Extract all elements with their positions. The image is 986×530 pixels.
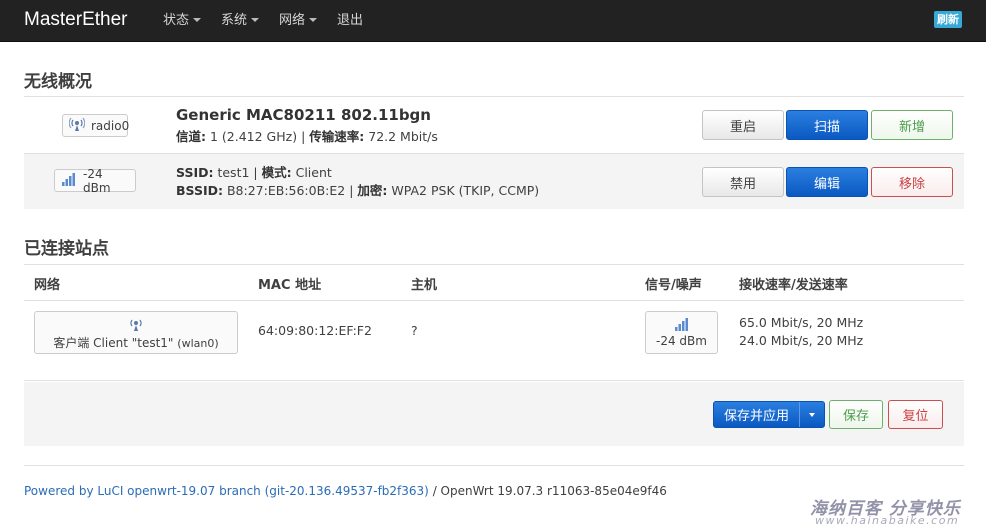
restart-button[interactable]: 重启 [702,110,784,140]
station-rates: 65.0 Mbit/s, 20 MHz 24.0 Mbit/s, 20 MHz [739,314,863,350]
client-iface: (wlan0) [177,337,219,350]
wifi-radio-icon [68,117,86,134]
scan-button[interactable]: 扫描 [786,110,868,140]
separator: | [301,129,306,144]
signal-bars-icon [61,172,77,189]
save-button[interactable]: 保存 [829,400,883,429]
refresh-toggle[interactable]: 刷新 [934,11,962,28]
caret-down-icon [193,17,202,22]
encryption-label: 加密: [357,183,388,198]
wifi-radio-icon [35,317,237,334]
encryption-value: WPA2 PSK (TKIP, CCMP) [391,183,540,198]
station-mac: 64:09:80:12:EF:F2 [258,323,372,338]
stations-title: 已连接站点 [24,239,109,259]
ssid-value: test1 [217,165,250,180]
network-row: -24 dBm SSID: test1 | 模式: Client BSSID: … [24,153,964,209]
mode-label: 模式: [261,165,292,180]
save-apply-split-button: 保存并应用 [713,401,825,428]
caret-down-icon [809,412,815,417]
radio-row: radio0 Generic MAC80211 802.11bgn 信道: 1 … [24,96,964,153]
bssid-line: BSSID: B8:27:EB:56:0B:E2 | 加密: WPA2 PSK … [176,182,539,200]
menu-logout-label: 退出 [337,13,364,28]
col-rate: 接收速率/发送速率 [739,278,848,293]
station-signal-value: -24 dBm [656,334,707,348]
menu-logout[interactable]: 退出 [337,0,363,42]
caret-down-icon [251,17,260,22]
signal-badge-label: -24 dBm [83,166,111,195]
bitrate-label: 传输速率: [309,129,365,144]
client-network-badge[interactable]: 客户端 Client "test1" (wlan0) [34,311,238,354]
radio-model: Generic MAC80211 802.11bgn [176,106,431,124]
stations-table-header: 网络 MAC 地址 主机 信号/噪声 接收速率/发送速率 [24,264,964,301]
radio-badge: radio0 [62,114,130,137]
menu-status-label: 状态 [163,13,190,28]
channel-label: 信道: [176,129,206,144]
radio-info: Generic MAC80211 802.11bgn 信道: 1 (2.412 … [176,106,438,145]
menu-network[interactable]: 网络 [279,0,318,42]
brand-logo[interactable]: MasterEther [24,9,127,31]
ssid-line: SSID: test1 | 模式: Client [176,164,539,182]
menu-status[interactable]: 状态 [163,0,202,42]
ssid-label: SSID: [176,165,214,180]
top-navbar: MasterEther 状态 系统 网络 退出 刷新 [0,0,986,42]
footer: Powered by LuCI openwrt-19.07 branch (gi… [24,484,667,498]
menu-system-label: 系统 [221,13,248,28]
client-network-text: 客户端 Client "test1" (wlan0) [35,334,237,351]
menu-system[interactable]: 系统 [221,0,260,42]
page-actions: 保存并应用 保存 复位 [24,382,964,446]
openwrt-version: / OpenWrt 19.07.3 r11063-85e04e9f46 [428,484,667,498]
luci-link[interactable]: Powered by LuCI openwrt-19.07 branch (gi… [24,484,429,498]
remove-button[interactable]: 移除 [871,167,953,197]
caret-down-icon [309,17,318,22]
rx-rate: 65.0 Mbit/s, 20 MHz [739,315,864,330]
station-signal-badge: -24 dBm [645,311,718,354]
signal-badge: -24 dBm [54,166,136,195]
station-host: ? [411,323,418,338]
radio-badge-label: radio0 [91,118,130,133]
edit-button[interactable]: 编辑 [786,167,868,197]
bssid-value: B8:27:EB:56:0B:E2 [226,183,346,198]
mode-value: Client [295,165,332,180]
separator: | [349,183,354,198]
menu-network-label: 网络 [279,13,306,28]
tx-rate: 24.0 Mbit/s, 20 MHz [739,333,864,348]
separator: | [253,165,258,180]
col-signal: 信号/噪声 [645,278,702,293]
client-network-name: 客户端 Client "test1" [53,336,174,350]
reset-button[interactable]: 复位 [888,400,943,429]
signal-bars-icon [646,317,717,334]
table-row: 客户端 Client "test1" (wlan0) 64:09:80:12:E… [24,301,964,381]
disable-button[interactable]: 禁用 [702,167,784,197]
network-info: SSID: test1 | 模式: Client BSSID: B8:27:EB… [176,164,539,200]
col-host: 主机 [411,278,438,293]
wireless-overview-title: 无线概况 [24,72,92,92]
save-apply-dropdown[interactable] [800,402,824,427]
col-mac: MAC 地址 [258,278,322,293]
radio-details: 信道: 1 (2.412 GHz) | 传输速率: 72.2 Mbit/s [176,126,438,145]
footer-divider [24,465,964,466]
channel-value: 1 (2.412 GHz) [209,129,298,144]
watermark-url: www.hainabaike.com [815,514,960,527]
main-menu: 状态 系统 网络 退出 [163,0,383,42]
bssid-label: BSSID: [176,183,223,198]
col-network: 网络 [34,278,61,293]
add-network-button[interactable]: 新增 [871,110,953,140]
save-apply-button[interactable]: 保存并应用 [714,402,800,427]
bitrate-value: 72.2 Mbit/s [368,129,438,144]
